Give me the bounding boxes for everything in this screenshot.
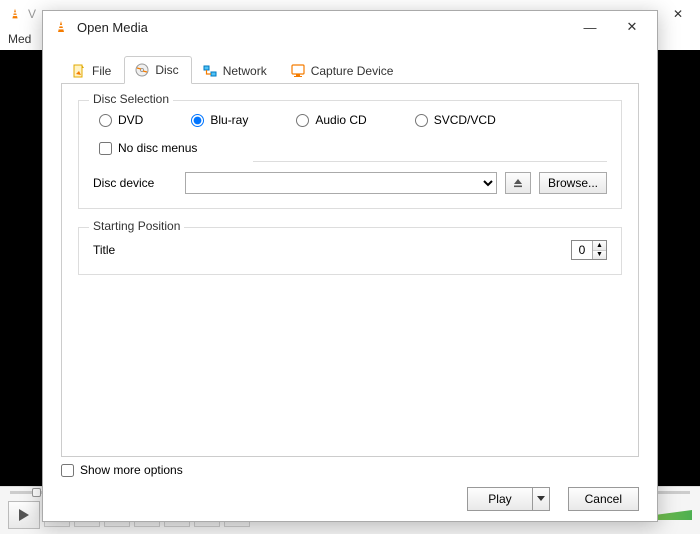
tab-capture[interactable]: Capture Device	[280, 56, 407, 84]
open-media-dialog: Open Media — ✕ File Disc	[42, 10, 658, 522]
tab-disc[interactable]: Disc	[124, 56, 191, 84]
media-tabs: File Disc Network Capture Device	[61, 55, 639, 84]
browse-button[interactable]: Browse...	[539, 172, 607, 194]
spinner-down-icon[interactable]: ▼	[593, 251, 606, 260]
bg-title: V	[28, 7, 36, 21]
checkbox-label: Show more options	[80, 463, 183, 477]
title-label: Title	[93, 243, 115, 257]
play-button[interactable]	[8, 501, 40, 529]
radio-label: Blu-ray	[210, 113, 248, 127]
tab-network[interactable]: Network	[192, 56, 280, 84]
group-legend: Starting Position	[89, 219, 184, 233]
tab-label: Capture Device	[311, 64, 394, 78]
play-button[interactable]: Play	[467, 487, 531, 511]
dialog-titlebar: Open Media — ✕	[43, 11, 657, 43]
menu-media[interactable]: Med	[8, 32, 31, 46]
tab-file[interactable]: File	[61, 56, 124, 84]
bg-close-button[interactable]: ✕	[656, 0, 700, 28]
disc-device-select[interactable]	[185, 172, 497, 194]
vlc-cone-icon	[8, 7, 22, 21]
dialog-minimize-button[interactable]: —	[569, 13, 611, 41]
checkbox-no-disc-menus[interactable]: No disc menus	[93, 141, 607, 155]
starting-position-group: Starting Position Title ▲ ▼	[78, 227, 622, 275]
dialog-close-button[interactable]: ✕	[611, 13, 653, 41]
dialog-title: Open Media	[77, 20, 148, 35]
play-dropdown-button[interactable]	[532, 487, 550, 511]
disc-device-label: Disc device	[93, 176, 177, 190]
cancel-button[interactable]: Cancel	[568, 487, 639, 511]
title-input[interactable]	[572, 241, 592, 259]
radio-svcd-vcd[interactable]: SVCD/VCD	[415, 113, 496, 127]
tab-label: Disc	[155, 63, 178, 77]
radio-dvd[interactable]: DVD	[99, 113, 143, 127]
disc-selection-group: Disc Selection DVD Blu-ray Audio CD	[78, 100, 622, 209]
file-icon	[72, 64, 86, 78]
title-spinner[interactable]: ▲ ▼	[571, 240, 607, 260]
radio-label: Audio CD	[315, 113, 366, 127]
network-icon	[203, 64, 217, 78]
tab-label: Network	[223, 64, 267, 78]
tab-label: File	[92, 64, 111, 78]
radio-label: DVD	[118, 113, 143, 127]
spinner-up-icon[interactable]: ▲	[593, 241, 606, 251]
eject-button[interactable]	[505, 172, 531, 194]
separator	[253, 161, 607, 162]
radio-bluray[interactable]: Blu-ray	[191, 113, 248, 127]
capture-icon	[291, 64, 305, 78]
vlc-cone-icon	[53, 19, 69, 35]
group-legend: Disc Selection	[89, 92, 173, 106]
play-split-button[interactable]: Play	[467, 487, 549, 511]
radio-audio-cd[interactable]: Audio CD	[296, 113, 366, 127]
radio-label: SVCD/VCD	[434, 113, 496, 127]
disc-panel: Disc Selection DVD Blu-ray Audio CD	[61, 84, 639, 457]
checkbox-label: No disc menus	[118, 141, 197, 155]
disc-icon	[135, 63, 149, 77]
checkbox-show-more-options[interactable]: Show more options	[61, 463, 639, 477]
